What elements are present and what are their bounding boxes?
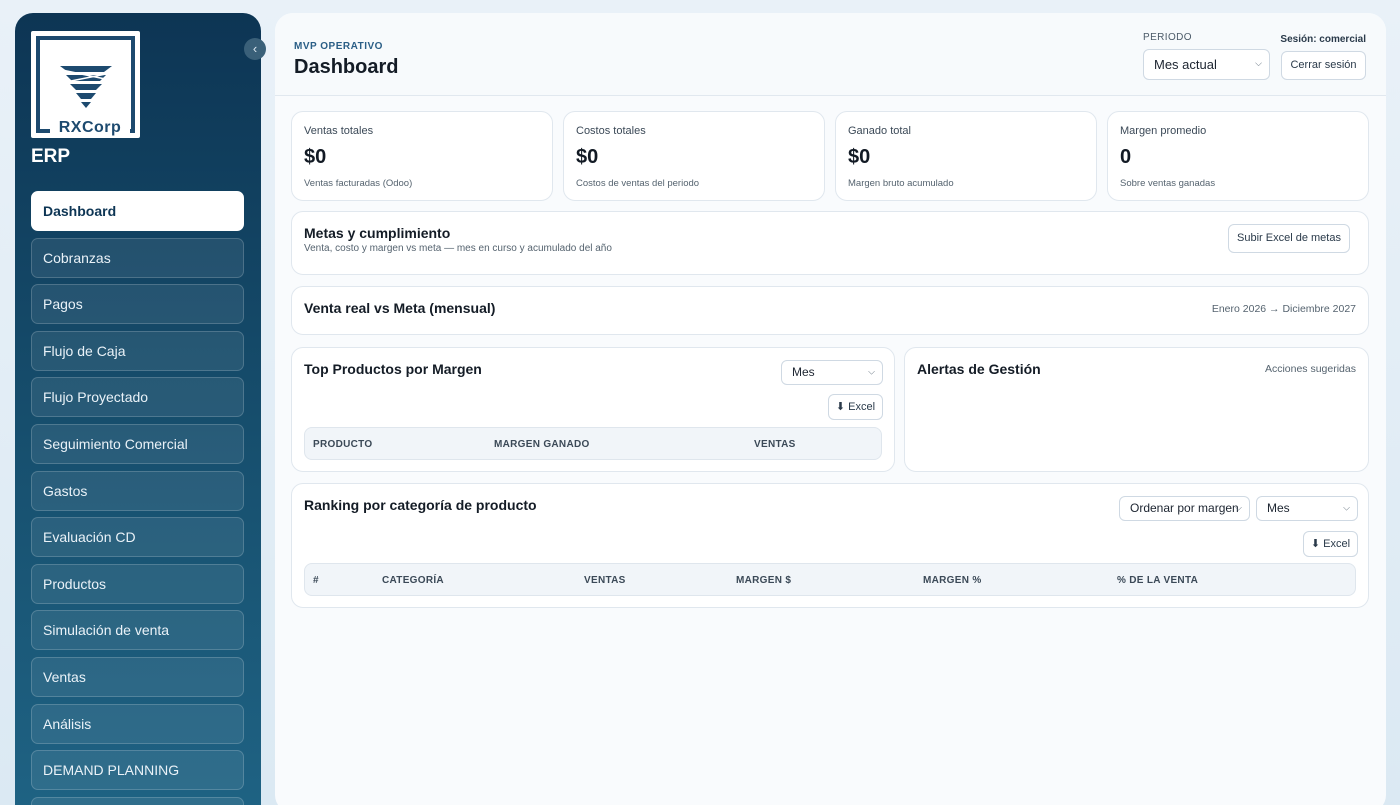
column-header: VENTAS	[754, 439, 796, 450]
logout-button[interactable]: Cerrar sesión	[1281, 51, 1366, 80]
sidebar-item-pagos[interactable]: Pagos	[31, 284, 244, 325]
kpi-label: Ventas totales	[304, 125, 374, 137]
sidebar-item-analisis[interactable]: Análisis	[31, 703, 244, 744]
logo-text: RXCorp	[50, 120, 130, 136]
collapse-sidebar-button[interactable]: ‹	[244, 38, 266, 60]
session-label: Sesión: comercial	[1280, 34, 1366, 45]
kpi-label: Margen promedio	[1120, 125, 1207, 137]
venta-meta-card: Venta real vs Meta (mensual) Enero 2026 …	[291, 286, 1369, 335]
sidebar-item-simulacion-de-venta[interactable]: Simulación de venta	[31, 610, 244, 651]
ranking-title: Ranking por categoría de producto	[304, 497, 537, 513]
page-header: MVP OPERATIVO Dashboard PERIODO Sesión: …	[275, 13, 1386, 96]
column-header: MARGEN GANADO	[494, 439, 590, 450]
column-header: VENTAS	[584, 575, 626, 586]
top-productos-period-value: Mes	[792, 365, 815, 379]
sidebar-item-flujo-de-caja[interactable]: Flujo de Caja	[31, 330, 244, 371]
chevron-left-icon: ‹	[252, 41, 258, 56]
page-eyebrow: MVP OPERATIVO	[294, 41, 383, 52]
kpi-card-ventas: Ventas totales $0 Ventas facturadas (Odo…	[291, 111, 553, 201]
kpi-card-margen: Margen promedio 0 Sobre ventas ganadas	[1107, 111, 1369, 201]
company-logo: RXCorp	[31, 31, 140, 138]
logo-mark-icon	[60, 66, 112, 108]
ranking-table-header: # CATEGORÍA VENTAS MARGEN $ MARGEN % % D…	[304, 563, 1356, 596]
alertas-note: Acciones sugeridas	[1264, 363, 1356, 375]
kpi-label: Costos totales	[576, 125, 646, 137]
kpi-value: $0	[304, 146, 327, 168]
main-content: MVP OPERATIVO Dashboard PERIODO Sesión: …	[275, 13, 1386, 805]
column-header: PRODUCTO	[313, 439, 373, 450]
sidebar-item-productos[interactable]: Productos	[31, 563, 244, 604]
column-header: CATEGORÍA	[382, 575, 444, 586]
metas-card: Metas y cumplimiento Venta, costo y marg…	[291, 211, 1369, 275]
ranking-sort-select[interactable]: Ordenar por margen ⌵	[1119, 496, 1250, 521]
page-title: Dashboard	[294, 56, 399, 78]
chevron-down-icon: ⌵	[1255, 57, 1262, 68]
sidebar-item-gastos[interactable]: Gastos	[31, 470, 244, 511]
app-name: ERP	[31, 146, 71, 167]
chevron-down-icon: ⌵	[868, 365, 875, 376]
upload-excel-metas-button[interactable]: Subir Excel de metas	[1228, 224, 1350, 253]
alertas-card: Alertas de Gestión Acciones sugeridas	[904, 347, 1369, 472]
kpi-subtitle: Sobre ventas ganadas	[1120, 178, 1216, 189]
periodo-select-value: Mes actual	[1154, 57, 1217, 72]
kpi-value: $0	[576, 146, 599, 168]
top-productos-title: Top Productos por Margen	[304, 361, 482, 377]
kpi-value: $0	[848, 146, 871, 168]
periodo-select[interactable]: Mes actual ⌵	[1143, 49, 1270, 80]
sidebar-item-dashboard[interactable]: Dashboard	[31, 191, 244, 231]
periodo-label: PERIODO	[1143, 32, 1192, 43]
column-header: #	[313, 575, 319, 586]
sidebar-item-ventas[interactable]: Ventas	[31, 656, 244, 697]
sidebar-item-cobranzas[interactable]: Cobranzas	[31, 237, 244, 278]
top-productos-excel-button[interactable]: ⬇ Excel	[828, 394, 883, 420]
sidebar-item-flujo-proyectado[interactable]: Flujo Proyectado	[31, 377, 244, 418]
chevron-down-icon: ⌵	[1235, 501, 1242, 512]
kpi-card-costos: Costos totales $0 Costos de ventas del p…	[563, 111, 825, 201]
metas-subtitle: Venta, costo y margen vs meta — mes en c…	[304, 243, 612, 254]
column-header: MARGEN %	[923, 575, 982, 586]
sidebar-nav: Dashboard Cobranzas Pagos Flujo de Caja …	[31, 191, 244, 805]
ranking-card: Ranking por categoría de producto Ordena…	[291, 483, 1369, 608]
sidebar-item-more[interactable]	[31, 796, 244, 805]
kpi-value: 0	[1120, 146, 1132, 168]
kpi-subtitle: Costos de ventas del periodo	[576, 178, 700, 189]
metas-title: Metas y cumplimiento	[304, 225, 451, 241]
alertas-title: Alertas de Gestión	[917, 361, 1041, 377]
kpi-subtitle: Ventas facturadas (Odoo)	[304, 178, 413, 189]
ranking-period-select[interactable]: Mes ⌵	[1256, 496, 1358, 521]
sidebar-item-demand-planning[interactable]: DEMAND PLANNING	[31, 750, 244, 791]
sidebar-item-seguimiento-comercial[interactable]: Seguimiento Comercial	[31, 423, 244, 464]
venta-meta-range: Enero 2026 → Diciembre 2027	[1211, 303, 1356, 315]
ranking-period-value: Mes	[1267, 501, 1290, 515]
top-productos-card: Top Productos por Margen Mes ⌵ ⬇ Excel P…	[291, 347, 895, 472]
top-productos-table-header: PRODUCTO MARGEN GANADO VENTAS	[304, 427, 882, 460]
ranking-sort-value: Ordenar por margen	[1130, 501, 1239, 515]
kpi-card-ganado: Ganado total $0 Margen bruto acumulado	[835, 111, 1097, 201]
venta-meta-title: Venta real vs Meta (mensual)	[304, 300, 496, 316]
kpi-subtitle: Margen bruto acumulado	[848, 178, 954, 189]
chevron-down-icon: ⌵	[1343, 501, 1350, 512]
kpi-label: Ganado total	[848, 125, 911, 137]
sidebar-item-evaluacion-cd[interactable]: Evaluación CD	[31, 517, 244, 558]
column-header: MARGEN $	[736, 575, 792, 586]
top-productos-period-select[interactable]: Mes ⌵	[781, 360, 883, 385]
ranking-excel-button[interactable]: ⬇ Excel	[1303, 531, 1358, 557]
column-header: % DE LA VENTA	[1117, 575, 1199, 586]
